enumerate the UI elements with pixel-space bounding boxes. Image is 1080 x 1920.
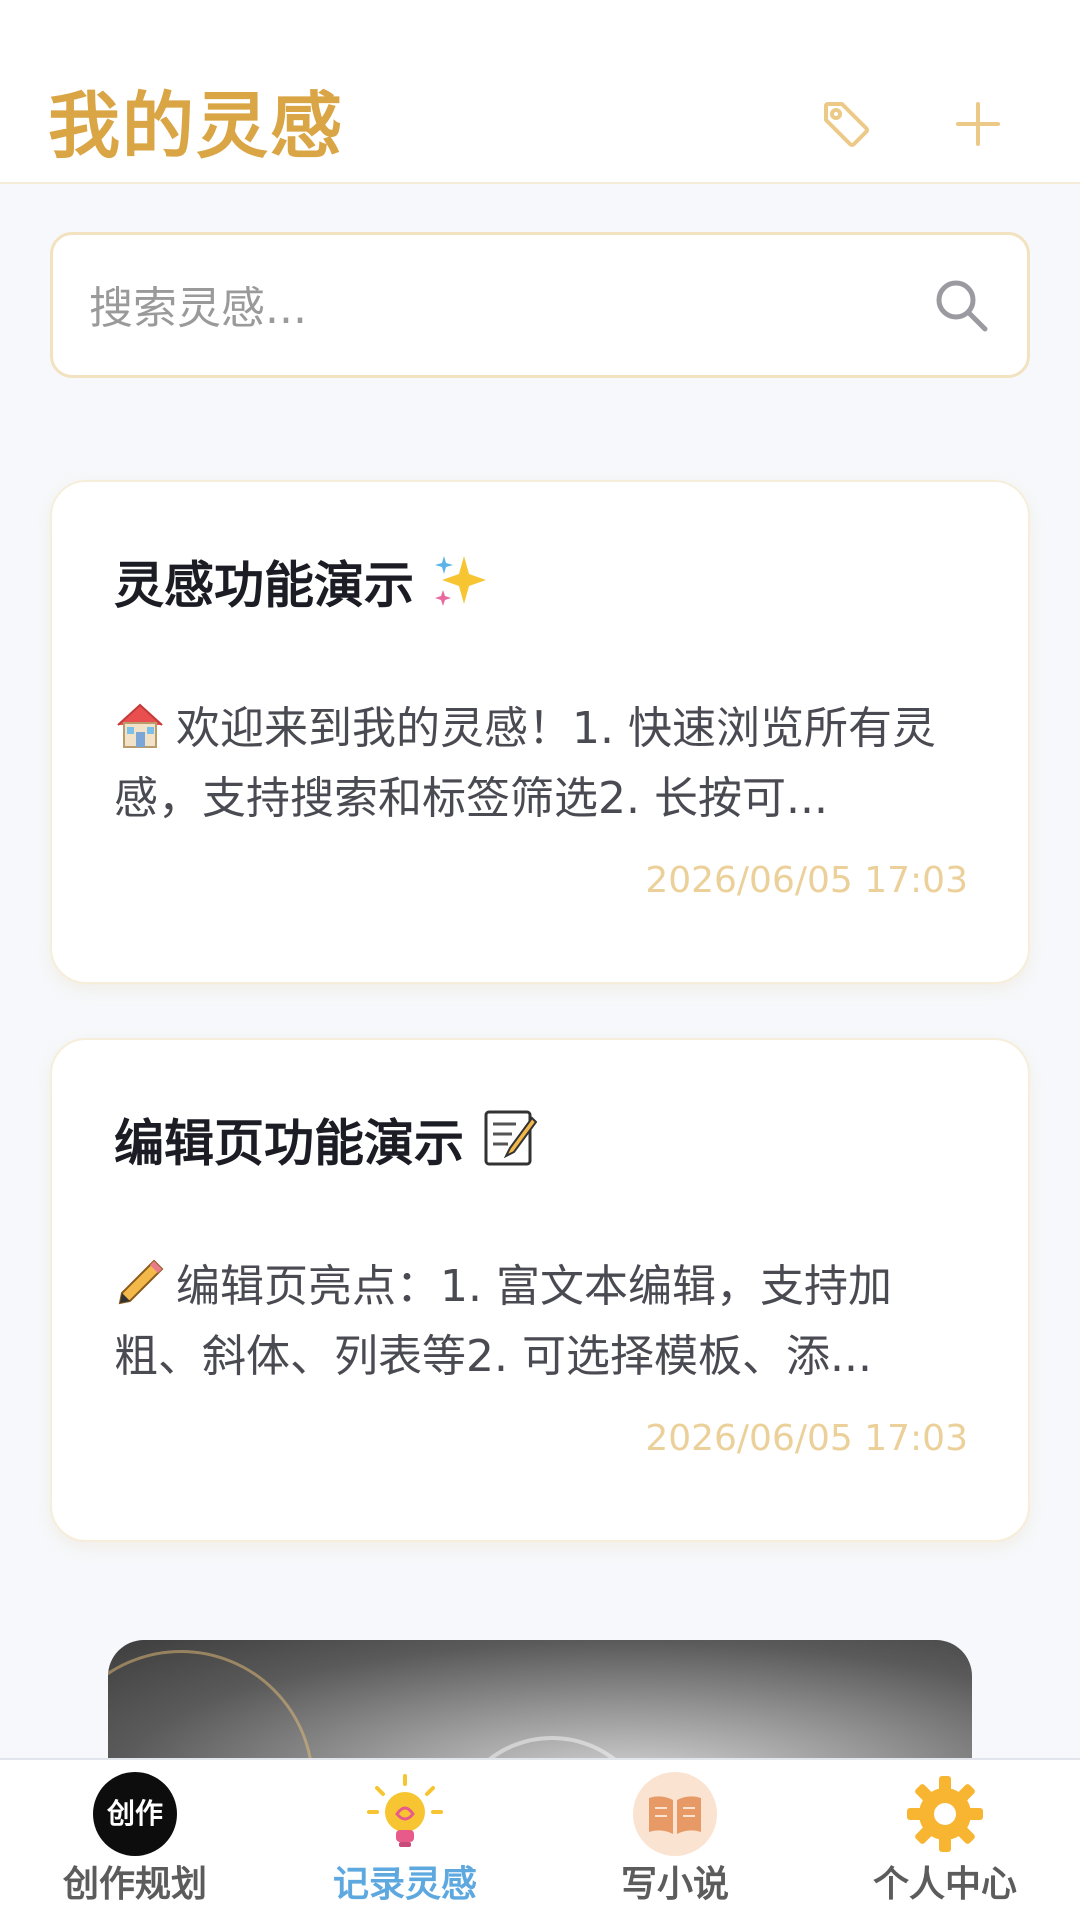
card-date: 2026/06/05 17:03	[645, 860, 968, 901]
card-title: 灵感功能演示	[114, 550, 490, 628]
plus-icon[interactable]	[950, 96, 1006, 152]
sparkles-icon	[430, 550, 490, 628]
tab-record-inspiration[interactable]: 记录灵感	[270, 1760, 540, 1920]
card-body-text: 编辑页亮点：1. 富文本编辑，支持加粗、斜体、列表等2. 可选择模板、添...	[114, 1261, 892, 1382]
search-icon[interactable]	[931, 275, 991, 335]
banner-glow	[108, 1650, 314, 1760]
lightbulb-icon	[367, 1774, 443, 1847]
card-title-text: 灵感功能演示	[114, 556, 414, 615]
card-date: 2026/06/05 17:03	[645, 1418, 968, 1459]
tab-label: 记录灵感	[332, 1864, 477, 1905]
house-icon	[117, 703, 163, 748]
search-input[interactable]	[87, 275, 911, 341]
banner-image[interactable]	[108, 1640, 972, 1760]
pencil-icon	[118, 1259, 164, 1305]
card-body: 欢迎来到我的灵感！1. 快速浏览所有灵感，支持搜索和标签筛选2. 长按可...	[114, 694, 974, 834]
tag-icon[interactable]	[818, 96, 874, 152]
app-header: 我的灵感	[0, 0, 1080, 184]
tab-label: 个人中心	[872, 1864, 1017, 1905]
lightbulb-image	[448, 1736, 656, 1760]
inspiration-card[interactable]: 编辑页功能演示 编辑页亮点：1. 富文本编辑，支持加粗、斜体、列表等2. 可选择…	[50, 1038, 1030, 1542]
tab-create-plan[interactable]: 创作 创作规划	[0, 1760, 270, 1920]
create-icon: 创作	[93, 1772, 177, 1856]
tab-write-novel[interactable]: 写小说	[540, 1760, 810, 1920]
inspiration-card[interactable]: 灵感功能演示 欢迎来到我的灵感！1. 快速浏览所有灵感，支持搜索和标签筛选2. …	[50, 480, 1030, 984]
page-title: 我的灵感	[48, 84, 345, 168]
tab-label: 创作规划	[62, 1864, 207, 1905]
book-icon	[633, 1772, 717, 1856]
memo-icon	[480, 1108, 540, 1186]
tab-label: 写小说	[620, 1864, 729, 1905]
card-body-text: 欢迎来到我的灵感！1. 快速浏览所有灵感，支持搜索和标签筛选2. 长按可...	[114, 703, 936, 824]
card-title: 编辑页功能演示	[114, 1108, 540, 1186]
search-bar	[50, 232, 1030, 378]
bottom-tab-bar: 创作 创作规划 记录灵感 写小说 个人中心	[0, 1758, 1080, 1920]
card-title-text: 编辑页功能演示	[114, 1114, 464, 1173]
card-body: 编辑页亮点：1. 富文本编辑，支持加粗、斜体、列表等2. 可选择模板、添...	[114, 1252, 974, 1392]
gear-icon	[907, 1776, 983, 1852]
tab-profile[interactable]: 个人中心	[810, 1760, 1080, 1920]
